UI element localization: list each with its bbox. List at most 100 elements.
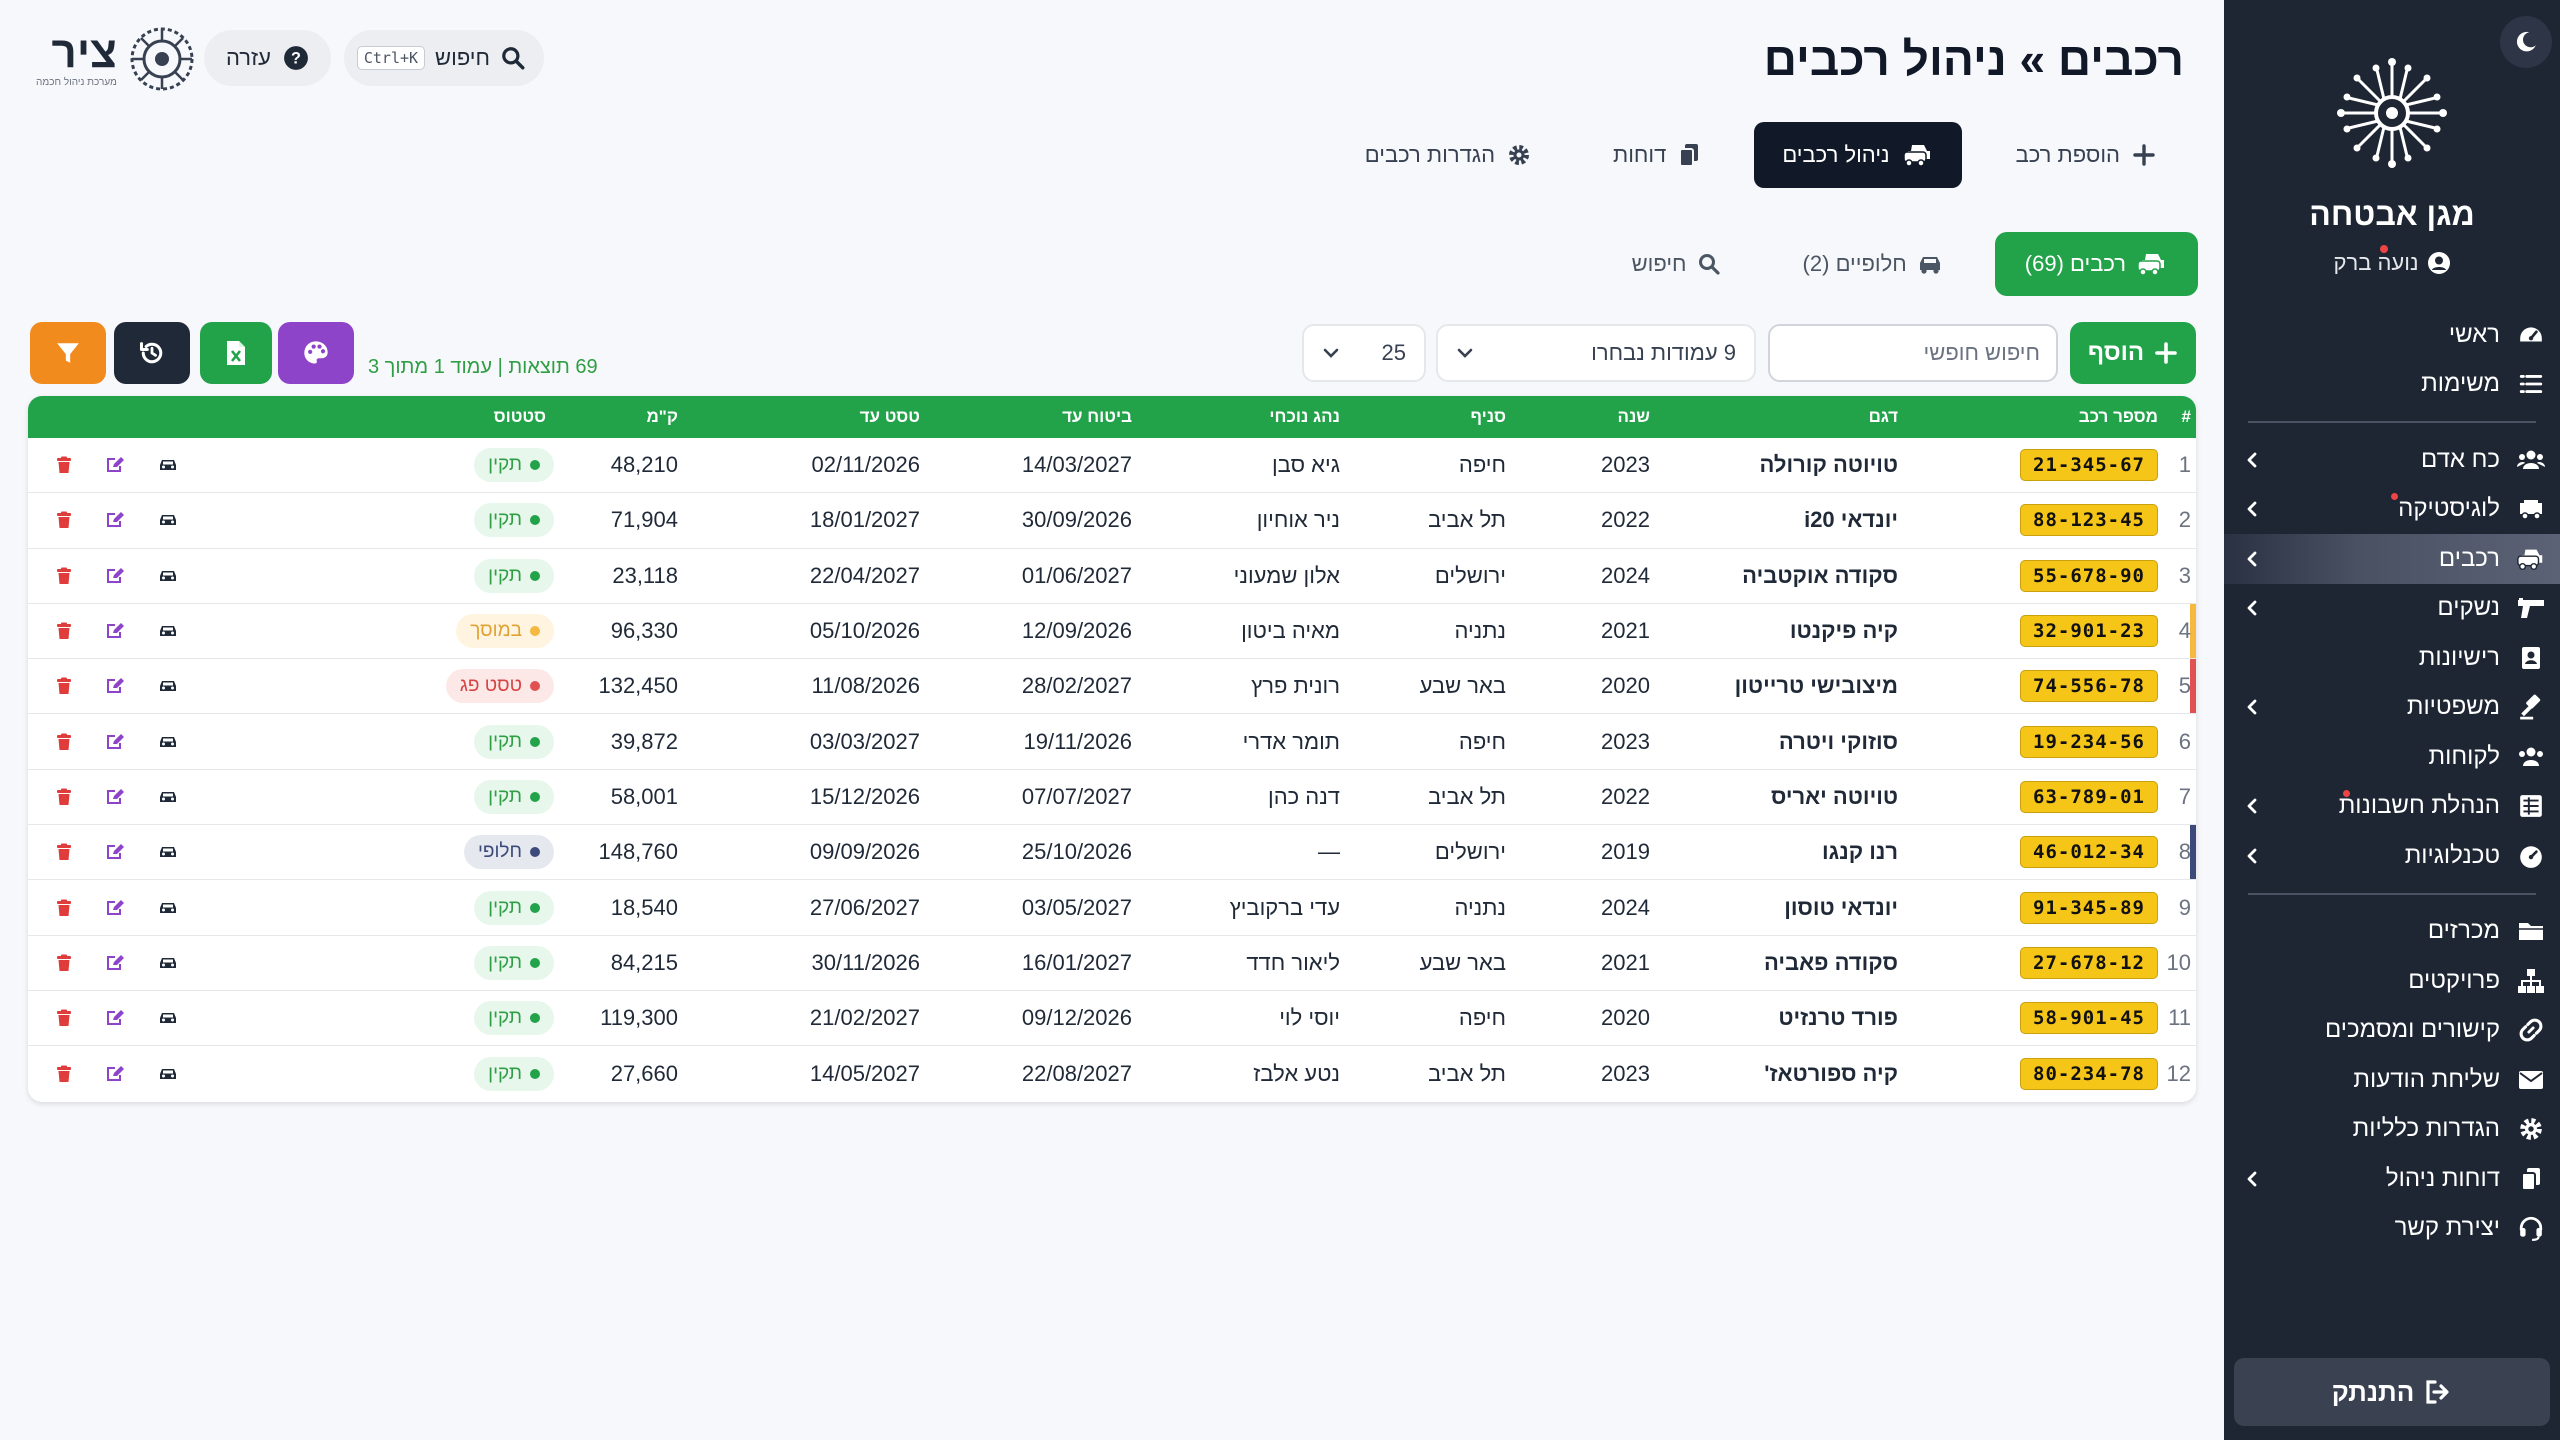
license-plate[interactable]: 58-901-45 [2020, 1002, 2158, 1035]
delete-trash-icon[interactable] [56, 954, 72, 972]
vehicle-details-car-icon[interactable] [158, 734, 178, 750]
sidebar-item-gear[interactable]: הגדרות כלליות [2224, 1105, 2560, 1155]
edit-icon[interactable] [105, 511, 125, 529]
edit-icon[interactable] [105, 899, 125, 917]
edit-icon[interactable] [105, 733, 125, 751]
delete-trash-icon[interactable] [56, 733, 72, 751]
table-row[interactable]: 11 58-901-45 פורד טרנזיט 2020 חיפה יוסי לוי 09… [28, 991, 2196, 1047]
license-plate[interactable]: 80-234-78 [2020, 1057, 2158, 1090]
edit-icon[interactable] [105, 1065, 125, 1083]
vehicle-details-car-icon[interactable] [158, 1010, 178, 1026]
sidebar-item-tasks[interactable]: משימות [2224, 360, 2560, 410]
col-header-year[interactable]: שנה [1617, 396, 1650, 438]
sidebar-item-gauge[interactable]: טכנלוגיות [2224, 831, 2560, 881]
delete-trash-icon[interactable] [56, 843, 72, 861]
table-row[interactable]: 8 46-012-34 רנו קנגו 2019 ירושלים — 25/10/2026… [28, 825, 2196, 881]
vehicle-details-car-icon[interactable] [158, 955, 178, 971]
vehicle-details-car-icon[interactable] [158, 568, 178, 584]
edit-icon[interactable] [105, 954, 125, 972]
sidebar-item-sitemap[interactable]: פרויקטים [2224, 956, 2560, 1006]
per-page-select[interactable]: 25 [1302, 324, 1426, 382]
sidebar-item-headset[interactable]: יצירת קשר [2224, 1204, 2560, 1254]
delete-trash-icon[interactable] [56, 511, 72, 529]
delete-trash-icon[interactable] [56, 567, 72, 585]
sidebar-item-envelope[interactable]: שליחת הודעות [2224, 1055, 2560, 1105]
tab-add-vehicle[interactable]: הוספת רכב [1988, 122, 2184, 188]
delete-trash-icon[interactable] [56, 899, 72, 917]
license-plate[interactable]: 63-789-01 [2020, 780, 2158, 813]
chevron-left-icon[interactable] [2244, 698, 2260, 716]
table-row[interactable]: 3 55-678-90 סקודה אוקטביה 2024 ירושלים אלון ש… [28, 549, 2196, 604]
export-excel-button[interactable] [200, 322, 272, 384]
delete-trash-icon[interactable] [56, 1009, 72, 1027]
edit-icon[interactable] [105, 456, 125, 474]
chevron-left-icon[interactable] [2244, 550, 2260, 568]
delete-trash-icon[interactable] [56, 1065, 72, 1083]
filter-button[interactable] [30, 322, 106, 384]
sidebar-item-users[interactable]: כח אדם [2224, 435, 2560, 485]
vehicle-details-car-icon[interactable] [158, 512, 178, 528]
sidebar-item-cars[interactable]: רכבים [2224, 534, 2560, 584]
vehicle-details-car-icon[interactable] [158, 789, 178, 805]
table-row[interactable]: 6 19-234-56 סוזוקי ויטרה 2023 חיפה תומר אדרי 1… [28, 714, 2196, 770]
chevron-left-icon[interactable] [2244, 797, 2260, 815]
license-plate[interactable]: 91-345-89 [2020, 891, 2158, 924]
delete-trash-icon[interactable] [56, 677, 72, 695]
edit-icon[interactable] [105, 622, 125, 640]
table-row[interactable]: 10 27-678-12 סקודה פאביה 2021 באר שבע ליאור ח… [28, 936, 2196, 991]
col-header-plate[interactable]: מספר רכב [2079, 396, 2158, 438]
license-plate[interactable]: 21-345-67 [2020, 449, 2158, 482]
table-row[interactable]: 5 74-556-78 מיצובישי טרייטון 2020 באר שבע רונ… [28, 659, 2196, 715]
add-vehicle-button[interactable]: הוסף [2070, 322, 2196, 384]
col-header-branch[interactable]: סניף [1471, 396, 1506, 438]
table-row[interactable]: 2 88-123-45 יונדאי i20 2022 תל אביב ניר אוחיו… [28, 493, 2196, 549]
delete-trash-icon[interactable] [56, 622, 72, 640]
table-row[interactable]: 7 63-789-01 טויוטה יאריס 2022 תל אביב דנה כהן… [28, 770, 2196, 826]
edit-icon[interactable] [105, 1009, 125, 1027]
sidebar-item-gun[interactable]: נשקים [2224, 584, 2560, 634]
sidebar-item-copy[interactable]: דוחות ניהול [2224, 1154, 2560, 1204]
license-plate[interactable]: 55-678-90 [2020, 559, 2158, 592]
subtab-spare-vehicles[interactable]: חלופיים (2) [1773, 232, 1973, 296]
col-header-model[interactable]: דגם [1869, 396, 1898, 438]
chevron-left-icon[interactable] [2244, 599, 2260, 617]
col-header-test[interactable]: טסט עד [860, 396, 920, 438]
delete-trash-icon[interactable] [56, 788, 72, 806]
reset-history-button[interactable] [114, 322, 190, 384]
vehicle-details-car-icon[interactable] [158, 678, 178, 694]
edit-icon[interactable] [105, 677, 125, 695]
vehicle-details-car-icon[interactable] [158, 1066, 178, 1082]
subtab-vehicles[interactable]: רכבים (69) [1994, 232, 2198, 296]
table-row[interactable]: 4 32-901-23 קיה פיקנטו 2021 נתניה מאיה ביטון 1… [28, 603, 2196, 660]
sidebar-item-dashboard[interactable]: ראשי [2224, 310, 2560, 360]
sidebar-item-folder[interactable]: מכרזים [2224, 907, 2560, 957]
table-row[interactable]: 1 21-345-67 טויוטה קורולה 2023 חיפה גיא סבן 14… [28, 438, 2196, 494]
license-plate[interactable]: 74-556-78 [2020, 670, 2158, 703]
edit-icon[interactable] [105, 788, 125, 806]
license-plate[interactable]: 88-123-45 [2020, 504, 2158, 537]
sidebar-item-truck[interactable]: לוגיסטיקה [2224, 485, 2560, 535]
tab-vehicle-settings[interactable]: הגדרות רכבים [1337, 122, 1559, 188]
license-plate[interactable]: 19-234-56 [2020, 725, 2158, 758]
help-button[interactable]: ? עזרה [204, 30, 331, 86]
col-header-driver[interactable]: נהג נוכחי [1269, 396, 1340, 438]
vehicle-details-car-icon[interactable] [158, 623, 178, 639]
vehicle-details-car-icon[interactable] [158, 900, 178, 916]
sidebar-item-ledger[interactable]: הנהלת חשבונות [2224, 782, 2560, 832]
col-header-status[interactable]: סטטוס [494, 396, 546, 438]
vehicle-details-car-icon[interactable] [158, 457, 178, 473]
sidebar-item-clients[interactable]: לקוחות [2224, 732, 2560, 782]
license-plate[interactable]: 27-678-12 [2020, 946, 2158, 979]
columns-select[interactable]: 9 עמודות נבחרו [1436, 324, 1756, 382]
col-header-km[interactable]: ק"מ [646, 396, 678, 438]
theme-palette-button[interactable] [278, 322, 354, 384]
sidebar-item-id-badge[interactable]: רישיונות [2224, 633, 2560, 683]
col-header-insurance[interactable]: ביטוח עד [1062, 396, 1132, 438]
subtab-search[interactable]: חיפוש [1602, 232, 1751, 296]
delete-trash-icon[interactable] [56, 456, 72, 474]
edit-icon[interactable] [105, 843, 125, 861]
sidebar-item-link[interactable]: קישורים ומסמכים [2224, 1006, 2560, 1056]
tab-reports[interactable]: דוחות [1585, 122, 1728, 188]
edit-icon[interactable] [105, 567, 125, 585]
license-plate[interactable]: 46-012-34 [2020, 836, 2158, 869]
